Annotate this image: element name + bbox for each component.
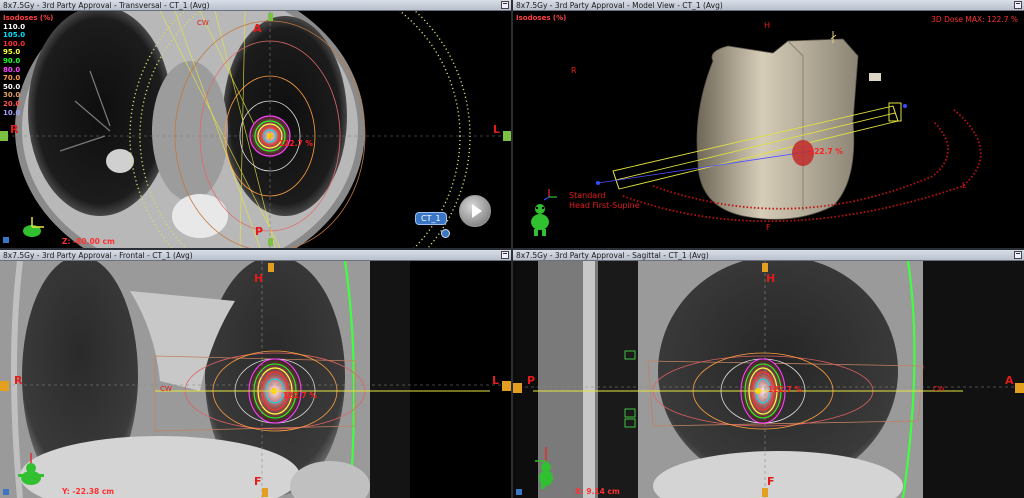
maximize-icon[interactable] [501, 1, 509, 9]
dose-point-label: 122.7 % [279, 139, 313, 148]
isodose-legend: Isodoses (%) 110.0 105.0 100.0 95.0 90.0… [3, 14, 53, 117]
isodose-legend-item: 50.0 [3, 82, 21, 91]
dose-point-label: 122.7 % [809, 147, 843, 156]
isodose-legend-title: Isodoses (%) [3, 14, 54, 22]
viewport-title: 8x7.5Gy - 3rd Party Approval - Sagittal … [513, 250, 1024, 261]
ct-image-sagittal[interactable]: H F P A CW 122.7 % X: 9.14 cm [513, 261, 1024, 498]
beam-cw-label: CW [197, 19, 209, 27]
info-icon[interactable] [441, 229, 450, 238]
orientation-feet: F [766, 223, 771, 232]
isodose-legend-item: 80.0 [3, 65, 21, 74]
viewport-title: 8x7.5Gy - 3rd Party Approval - Model Vie… [513, 0, 1024, 11]
dose-point-label: 122.7 % [768, 385, 802, 394]
slice-coordinate: Y: -22.38 cm [62, 487, 115, 496]
orientation-right: R [571, 66, 577, 75]
viewport-title: 8x7.5Gy - 3rd Party Approval - Frontal -… [0, 250, 511, 261]
3d-model-canvas[interactable]: Isodoses (%) 3D Dose MAX: 122.7 % H F R … [513, 11, 1024, 248]
orientation-right: R [14, 374, 23, 387]
beam-cw-label: CW [160, 385, 172, 393]
axis-corner-icon [3, 489, 9, 495]
isodose-legend-item: 70.0 [3, 74, 21, 83]
orientation-anterior: A [253, 22, 262, 35]
orientation-figure-icon [16, 453, 46, 487]
orientation-feet: F [254, 475, 262, 488]
isodose-legend-item: 95.0 [3, 48, 21, 57]
orientation-figure-icon [18, 215, 46, 239]
isodose-legend-item: 110.0 [3, 22, 26, 31]
orientation-head: H [764, 21, 771, 30]
orientation-head: H [254, 272, 264, 285]
orientation-posterior: P [527, 374, 536, 387]
orientation-head: H [766, 272, 776, 285]
viewport-title: 8x7.5Gy - 3rd Party Approval - Transvers… [0, 0, 511, 11]
orientation-figure-icon [527, 203, 553, 237]
slice-coordinate: Z: -80.00 cm [62, 237, 115, 246]
ct-image-frontal[interactable]: H F R L CW 122.7 % Y: -22.38 cm [0, 261, 511, 498]
maximize-icon[interactable] [501, 251, 509, 259]
orientation-anterior: A [1005, 374, 1014, 387]
transversal-viewport[interactable]: 8x7.5Gy - 3rd Party Approval - Transvers… [0, 0, 511, 248]
isodose-legend-item: 20.0 [3, 99, 21, 108]
isodose-legend-item: 10.0 [3, 108, 21, 117]
orientation-posterior: P [255, 225, 264, 238]
axis-corner-icon [516, 489, 522, 495]
patient-position-label: Head First-Supine [569, 201, 640, 210]
orientation-feet: F [767, 475, 775, 488]
orientation-left: L [493, 123, 501, 136]
isodose-legend-title: Isodoses (%) [516, 14, 567, 22]
model-view-viewport[interactable]: 8x7.5Gy - 3rd Party Approval - Model Vie… [513, 0, 1024, 248]
ct-image-transversal[interactable]: A P L R CW Z: -80.00 cm 122.7 % CT_1 [0, 11, 511, 248]
dose-point-label: 122.7 % [283, 391, 317, 400]
beam-cw-label: CW [933, 385, 945, 393]
slice-coordinate: X: 9.14 cm [575, 487, 620, 496]
isodose-legend: Isodoses (%) [516, 14, 566, 23]
sagittal-viewport[interactable]: 8x7.5Gy - 3rd Party Approval - Sagittal … [513, 250, 1024, 498]
patient-position-label: Standard [569, 191, 606, 200]
isodose-legend-item: 105.0 [3, 31, 26, 40]
orientation-figure-icon [535, 447, 557, 489]
dose-max-label: 3D Dose MAX: 122.7 % [931, 15, 1018, 24]
maximize-icon[interactable] [1014, 251, 1022, 259]
isodose-legend-item: 30.0 [3, 91, 21, 100]
orientation-left: L [492, 374, 500, 387]
axis-corner-icon [3, 237, 9, 243]
maximize-icon[interactable] [1014, 1, 1022, 9]
orientation-left: L [962, 181, 967, 190]
isodose-legend-item: 90.0 [3, 56, 21, 65]
viewport-divider-horizontal[interactable] [0, 248, 1024, 250]
isodose-legend-item: 100.0 [3, 39, 26, 48]
ct-dataset-button[interactable]: CT_1 [415, 212, 447, 225]
orientation-right: R [10, 123, 19, 136]
frontal-viewport[interactable]: 8x7.5Gy - 3rd Party Approval - Frontal -… [0, 250, 511, 498]
play-icon[interactable] [459, 195, 491, 227]
